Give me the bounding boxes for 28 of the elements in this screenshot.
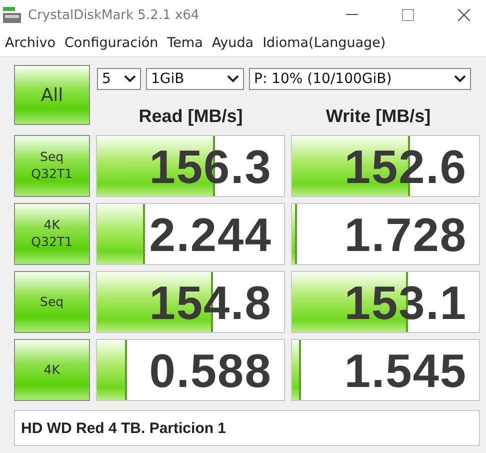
dropdown[interactable]: P: 10% (10/100GiB) [249, 68, 471, 90]
menu-item[interactable]: Tema [167, 35, 203, 51]
test-button[interactable]: 4K Q32T1 [14, 203, 90, 265]
result-value: 1.728 [344, 206, 468, 262]
chevron-icon [124, 75, 136, 83]
menu-item[interactable]: Configuración [64, 35, 158, 51]
test-button[interactable]: Seq Q32T1 [14, 135, 90, 197]
result-value: 2.244 [149, 206, 273, 262]
app-icon [2, 6, 22, 24]
menu-item[interactable]: Ayuda [212, 35, 254, 51]
column-header: Write [MB/s] [324, 106, 432, 127]
chevron-icon [454, 75, 466, 83]
menu-item[interactable]: Idioma(Language) [262, 35, 386, 51]
maximize-icon[interactable] [402, 9, 414, 21]
comment-field[interactable]: HD WD Red 4 TB. Particion 1 [14, 410, 480, 446]
dropdown[interactable]: 5 [97, 68, 141, 90]
close-icon[interactable] [458, 9, 470, 21]
test-button[interactable]: Seq [14, 271, 90, 333]
window-title: CrystalDiskMark 5.2.1 x64 [28, 8, 200, 22]
all-button[interactable]: All [14, 65, 90, 125]
minimize-icon[interactable] [346, 14, 358, 16]
test-button[interactable]: 4K [14, 339, 90, 401]
dropdown[interactable]: 1GiB [146, 68, 244, 90]
chevron-icon [227, 75, 239, 83]
result-value: 1.545 [344, 342, 468, 398]
result-value: 0.588 [149, 342, 273, 398]
column-header: Read [MB/s] [138, 106, 244, 127]
menu-item[interactable]: Archivo [5, 35, 56, 51]
